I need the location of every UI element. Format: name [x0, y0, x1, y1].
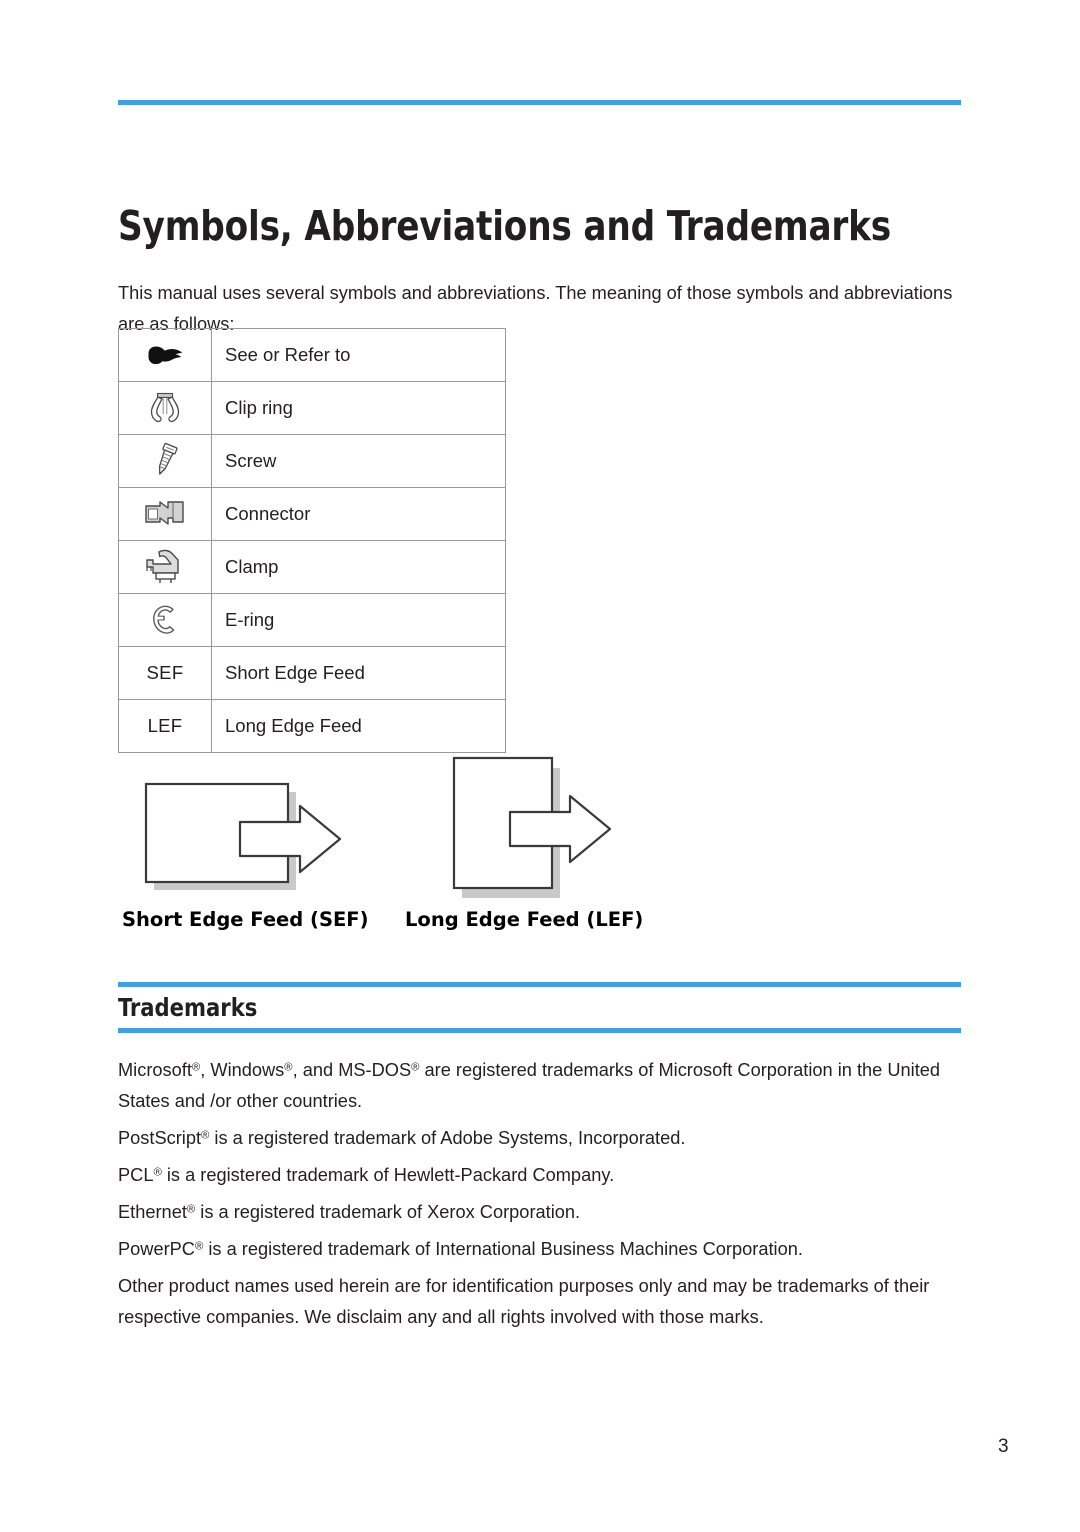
- lef-caption: Long Edge Feed (LEF): [405, 908, 644, 931]
- document-page: Symbols, Abbreviations and Trademarks Th…: [0, 0, 1080, 1532]
- trademarks-heading-block: Trademarks: [118, 982, 961, 1034]
- symbol-description: Short Edge Feed: [211, 646, 506, 700]
- clamp-icon: [146, 549, 179, 583]
- pointing-hand-icon-cell: [118, 328, 212, 382]
- symbol-description: See or Refer to: [211, 328, 506, 382]
- symbol-description: Connector: [211, 487, 506, 541]
- table-row: SEF Short Edge Feed: [118, 646, 506, 700]
- trademarks-rule-bottom: [118, 1028, 961, 1034]
- trademarks-heading: Trademarks: [118, 993, 258, 1022]
- registered-mark: ®: [153, 1166, 162, 1179]
- pointing-hand-icon: [148, 346, 183, 365]
- connector-icon: [145, 501, 184, 525]
- symbol-description: Clip ring: [211, 381, 506, 435]
- long-edge-feed-diagram: [452, 756, 612, 898]
- short-edge-feed-diagram: [144, 782, 342, 890]
- registered-mark: ®: [186, 1203, 196, 1216]
- page-number: 3: [998, 1436, 1009, 1457]
- screw-icon-cell: [118, 434, 212, 488]
- trademark-paragraph: PostScript® is a registered trademark of…: [118, 1127, 686, 1148]
- e-ring-icon-cell: [118, 593, 212, 647]
- trademarks-body: Microsoft®, Windows®, and MS-DOS® are re…: [118, 1054, 968, 1338]
- registered-mark: ®: [411, 1061, 420, 1074]
- registered-mark: ®: [284, 1061, 293, 1074]
- registered-mark: ®: [194, 1240, 204, 1253]
- clip-ring-icon-cell: [118, 381, 212, 435]
- symbol-description: Screw: [211, 434, 506, 488]
- table-row: Screw: [118, 434, 506, 488]
- trademark-paragraph: PowerPC® is a registered trademark of In…: [118, 1238, 803, 1259]
- registered-mark: ®: [201, 1129, 210, 1142]
- feed-diagrams: [118, 752, 718, 902]
- table-row: Clamp: [118, 540, 506, 594]
- sef-caption: Short Edge Feed (SEF): [122, 908, 369, 931]
- table-row: Clip ring: [118, 381, 506, 435]
- trademark-paragraph: PCL® is a registered trademark of Hewlet…: [118, 1164, 615, 1185]
- connector-icon-cell: [118, 487, 212, 541]
- header-rule: [118, 100, 961, 105]
- screw-icon: [158, 442, 178, 475]
- abbreviation-label: SEF: [146, 662, 184, 683]
- trademark-paragraph: Other product names used herein are for …: [118, 1275, 930, 1327]
- lef-abbreviation-cell: LEF: [118, 699, 212, 753]
- table-row: Connector: [118, 487, 506, 541]
- table-row: LEF Long Edge Feed: [118, 699, 506, 753]
- symbol-description: E-ring: [211, 593, 506, 647]
- feed-diagram-captions: Short Edge Feed (SEF) Long Edge Feed (LE…: [118, 908, 718, 938]
- symbol-description: Clamp: [211, 540, 506, 594]
- abbreviation-label: LEF: [147, 715, 183, 736]
- clip-ring-icon: [150, 392, 180, 423]
- e-ring-icon: [153, 605, 175, 634]
- sef-abbreviation-cell: SEF: [118, 646, 212, 700]
- symbols-abbreviations-table: See or Refer to Clip ring Screw Connecto…: [118, 328, 506, 753]
- clamp-icon-cell: [118, 540, 212, 594]
- trademark-paragraph: Ethernet® is a registered trademark of X…: [118, 1201, 581, 1222]
- table-row: E-ring: [118, 593, 506, 647]
- symbol-description: Long Edge Feed: [211, 699, 506, 753]
- registered-mark: ®: [191, 1061, 201, 1074]
- table-row: See or Refer to: [118, 328, 506, 382]
- page-title: Symbols, Abbreviations and Trademarks: [118, 202, 892, 251]
- trademark-paragraph: Microsoft®, Windows®, and MS-DOS® are re…: [118, 1059, 941, 1111]
